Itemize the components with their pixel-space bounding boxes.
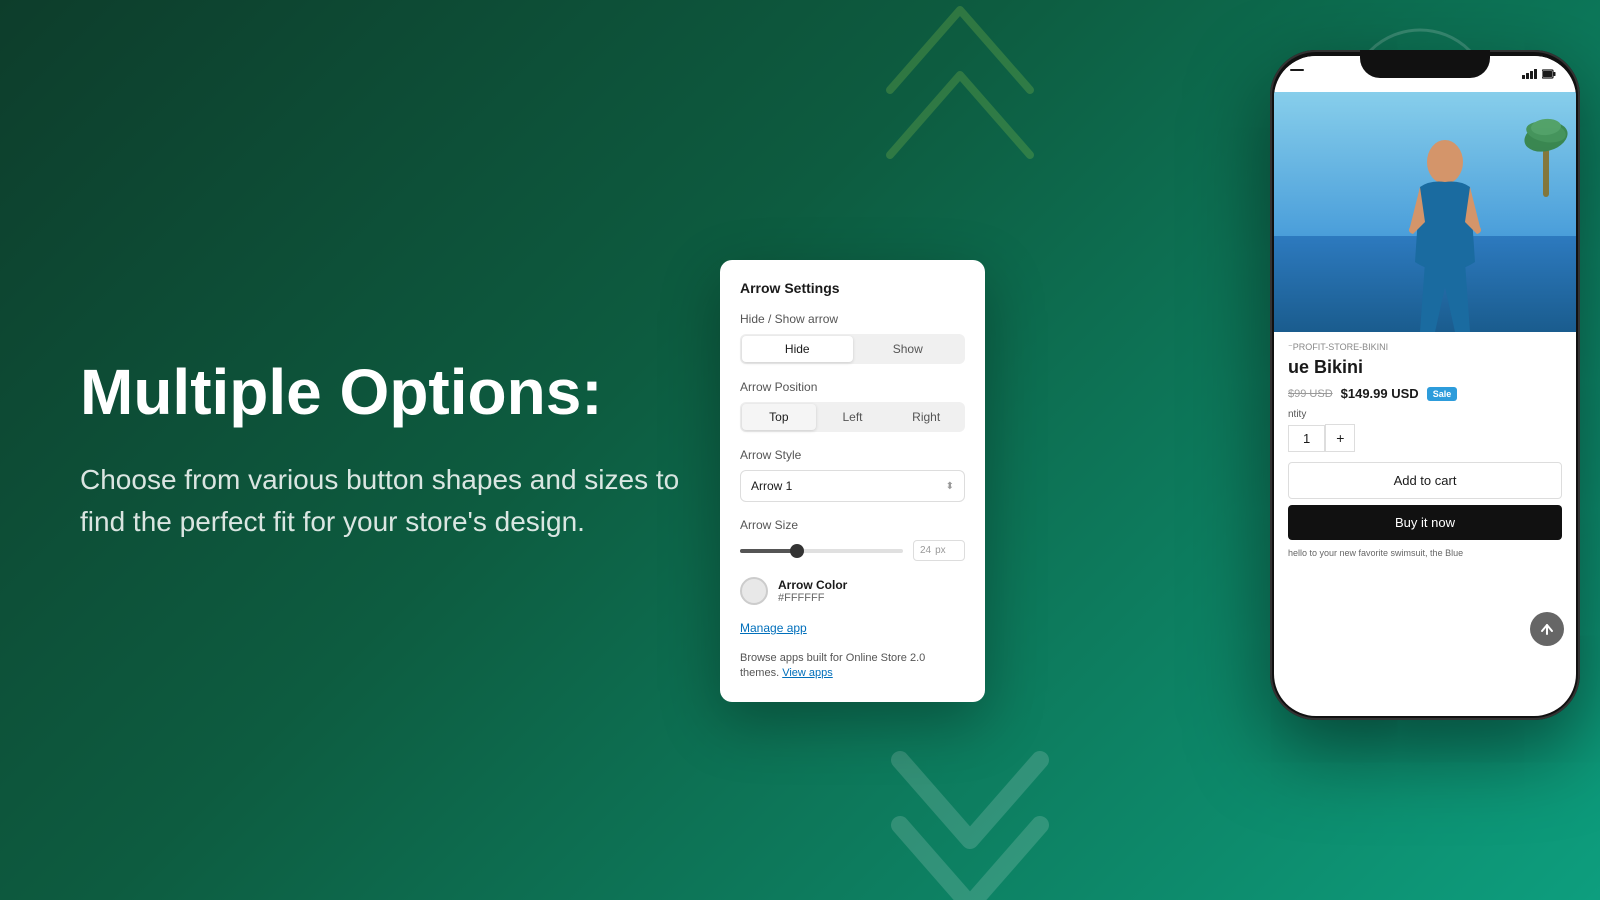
left-content: Multiple Options: Choose from various bu… — [80, 357, 700, 543]
view-apps-link[interactable]: View apps — [782, 667, 833, 679]
size-section: Arrow Size 24 px — [740, 518, 965, 561]
position-left-button[interactable]: Left — [816, 404, 890, 430]
product-name: ue Bikini — [1288, 357, 1562, 378]
phone-screen: 🔍 — [1274, 56, 1576, 716]
position-section: Arrow Position Top Left Right — [740, 380, 965, 432]
page-description: Choose from various button shapes and si… — [80, 459, 700, 543]
size-unit: px — [935, 545, 946, 556]
size-number: 24 — [920, 545, 931, 556]
add-to-cart-button[interactable]: Add to cart — [1288, 462, 1562, 499]
hide-button[interactable]: Hide — [742, 336, 853, 362]
dropdown-arrow-icon: ⬍ — [946, 481, 954, 492]
size-slider-track[interactable] — [740, 549, 903, 553]
size-label: Arrow Size — [740, 518, 965, 532]
battery-icon — [1542, 69, 1556, 79]
position-label: Arrow Position — [740, 380, 965, 394]
product-image: 🔍 — [1274, 92, 1576, 332]
scroll-to-top-button[interactable] — [1530, 612, 1564, 646]
settings-panel: Arrow Settings Hide / Show arrow Hide Sh… — [720, 260, 985, 702]
size-slider-container: 24 px — [740, 540, 965, 561]
browse-text: Browse apps built for Online Store 2.0 t… — [740, 651, 965, 682]
size-value-display[interactable]: 24 px — [913, 540, 965, 561]
palm-tree-icon — [1521, 97, 1571, 197]
product-info: ⁻PROFIT-STORE-BIKINI ue Bikini $99 USD $… — [1274, 332, 1576, 570]
right-section: Arrow Settings Hide / Show arrow Hide Sh… — [700, 0, 1600, 900]
hide-show-label: Hide / Show arrow — [740, 312, 965, 326]
status-bar-icons — [1290, 69, 1304, 79]
scroll-top-icon — [1540, 622, 1554, 636]
style-section: Arrow Style Arrow 1 ⬍ — [740, 448, 965, 502]
price-new: $149.99 USD — [1341, 386, 1419, 401]
price-row: $99 USD $149.99 USD Sale — [1288, 386, 1562, 401]
slider-thumb[interactable] — [790, 544, 804, 558]
hide-show-section: Hide / Show arrow Hide Show — [740, 312, 965, 364]
quantity-controls: 1 + — [1288, 424, 1562, 452]
color-section: Arrow Color #FFFFFF — [740, 577, 965, 605]
style-label: Arrow Style — [740, 448, 965, 462]
show-button[interactable]: Show — [853, 336, 964, 362]
color-label: Arrow Color — [778, 578, 847, 592]
quantity-plus-button[interactable]: + — [1325, 424, 1355, 452]
position-right-button[interactable]: Right — [889, 404, 963, 430]
product-breadcrumb: ⁻PROFIT-STORE-BIKINI — [1288, 342, 1562, 353]
panel-title: Arrow Settings — [740, 280, 965, 296]
phone-notch — [1360, 50, 1490, 78]
color-info: Arrow Color #FFFFFF — [778, 578, 847, 604]
buy-now-button[interactable]: Buy it now — [1288, 505, 1562, 540]
price-old: $99 USD — [1288, 388, 1333, 400]
color-row: Arrow Color #FFFFFF — [740, 577, 965, 605]
quantity-label: ntity — [1288, 409, 1562, 420]
sale-badge: Sale — [1427, 387, 1458, 401]
position-top-button[interactable]: Top — [742, 404, 816, 430]
quantity-value: 1 — [1288, 425, 1325, 452]
manage-app-link[interactable]: Manage app — [740, 621, 965, 635]
phone-mockup: 🔍 — [1270, 50, 1580, 720]
style-value: Arrow 1 — [751, 479, 792, 493]
slider-fill — [740, 549, 797, 553]
page-title: Multiple Options: — [80, 357, 700, 427]
style-dropdown[interactable]: Arrow 1 ⬍ — [740, 470, 965, 502]
color-hex: #FFFFFF — [778, 592, 847, 604]
hide-show-toggle[interactable]: Hide Show — [740, 334, 965, 364]
position-toggle[interactable]: Top Left Right — [740, 402, 965, 432]
color-swatch[interactable] — [740, 577, 768, 605]
signal-icon — [1522, 69, 1538, 79]
model-figure — [1395, 132, 1495, 332]
product-description: hello to your new favorite swimsuit, the… — [1288, 548, 1562, 560]
